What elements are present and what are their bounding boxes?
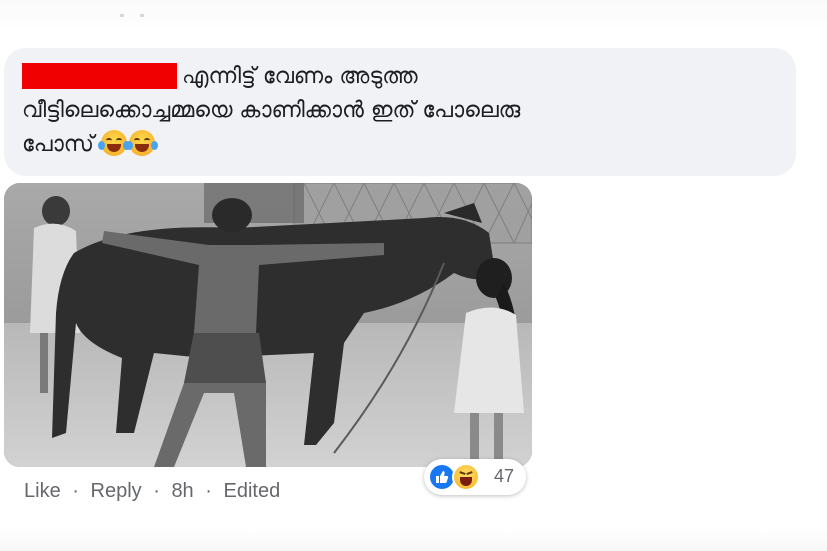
separator-dot: · <box>72 480 79 502</box>
emoji-mouth <box>460 477 472 486</box>
photo-illustration <box>4 183 532 467</box>
reaction-count: 47 <box>494 466 515 486</box>
timestamp-link[interactable]: 8h <box>171 480 193 502</box>
comment-line-1: എന്നിട്ട് വേണം അടുത്ത <box>182 64 418 89</box>
emoji-eye <box>133 138 140 143</box>
separator-dot: · <box>153 480 160 502</box>
edited-link[interactable]: Edited <box>223 480 280 502</box>
artifact-dot <box>120 14 124 17</box>
emoji-eye <box>105 138 112 143</box>
comment-line-3: പോസ് <box>22 132 94 157</box>
cropped-bottom-edge <box>0 528 827 551</box>
cropped-top-edge <box>0 0 827 30</box>
tear-shape <box>150 141 158 150</box>
tear-shape <box>97 141 105 150</box>
reactions-summary[interactable]: 47 <box>424 459 526 495</box>
haha-icon <box>452 463 480 491</box>
comment-line-2: വീട്ടിലെക്കൊച്ചമ്മയെ കാണിക്കാൻ ഇത് പോലെര… <box>22 98 521 123</box>
artifact-dot <box>140 14 144 17</box>
emoji-eye <box>143 138 150 143</box>
reply-link[interactable]: Reply <box>91 480 142 502</box>
laughing-with-tears-emoji <box>97 130 130 156</box>
separator-dot: · <box>205 480 212 502</box>
emoji-mouth <box>134 144 149 152</box>
comment-thread: എന്നിട്ട് വേണം അടുത്ത വീട്ടിലെക്കൊച്ചമ്മ… <box>0 0 827 551</box>
emoji-mouth <box>106 144 121 152</box>
photo-attachment[interactable] <box>4 183 532 467</box>
comment-actions-bar: Like · Reply · 8h · Edited <box>24 480 280 503</box>
laughing-with-tears-emoji <box>125 130 158 156</box>
comment-text: എന്നിട്ട് വേണം അടുത്ത വീട്ടിലെക്കൊച്ചമ്മ… <box>22 60 782 162</box>
like-link[interactable]: Like <box>24 480 61 502</box>
tear-shape <box>125 141 133 150</box>
emoji-eye <box>115 138 122 143</box>
thumbs-up-glyph <box>436 471 449 483</box>
